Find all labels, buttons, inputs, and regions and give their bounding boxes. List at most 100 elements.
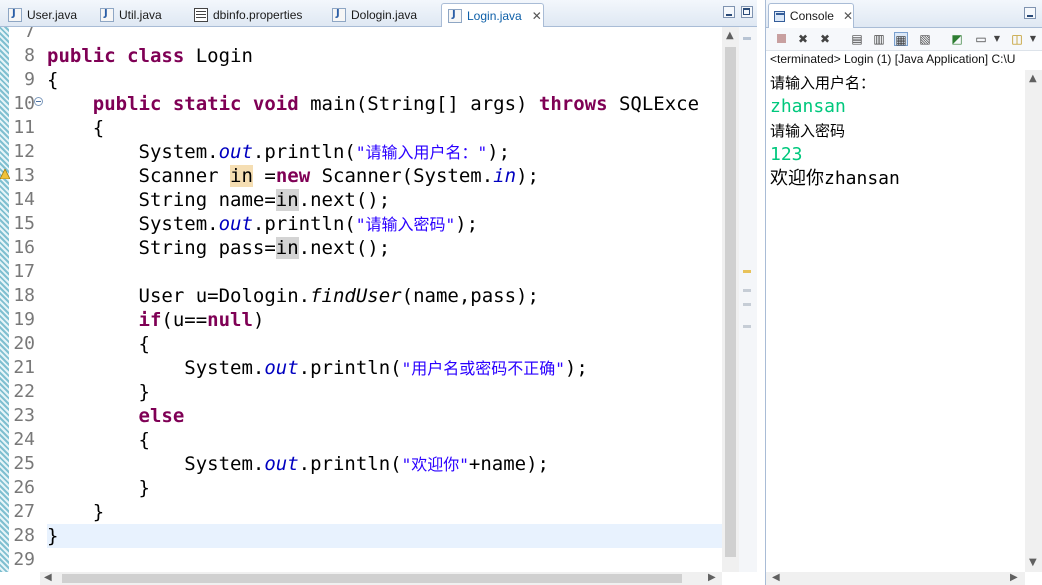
code-token: +name);: [468, 453, 549, 475]
tab-label: User.java: [27, 8, 78, 22]
console-vertical-scrollbar[interactable]: ▲ ▼: [1025, 70, 1042, 572]
code-line[interactable]: User u=Dologin.findUser(name,pass);: [47, 284, 539, 308]
scroll-thumb[interactable]: [725, 47, 736, 557]
scroll-lock-icon[interactable]: ▥: [872, 32, 886, 46]
word-wrap-icon[interactable]: ▦: [894, 32, 908, 47]
line-number: 14: [13, 189, 35, 210]
current-line-highlight: [47, 524, 739, 548]
properties-file-icon: [194, 8, 208, 22]
line-number: 22: [13, 381, 35, 402]
code-line[interactable]: {: [47, 428, 150, 452]
clear-console-icon[interactable]: ▤: [850, 32, 864, 46]
code-line[interactable]: }: [47, 500, 104, 524]
scroll-thumb[interactable]: [62, 574, 682, 583]
occurrence-mark[interactable]: [743, 289, 751, 292]
scroll-down-icon[interactable]: ▼: [1029, 557, 1037, 568]
console-status: <terminated> Login (1) [Java Application…: [770, 52, 1016, 66]
remove-launch-icon[interactable]: ✖: [796, 32, 810, 46]
tab-label: dbinfo.properties: [213, 8, 303, 22]
close-tab-icon[interactable]: ✕: [532, 9, 542, 23]
scroll-up-icon[interactable]: ▲: [726, 30, 734, 41]
code-line[interactable]: System.out.println("请输入密码");: [47, 212, 479, 236]
line-number: 27: [13, 501, 35, 522]
code-line[interactable]: }: [47, 476, 150, 500]
editor-horizontal-scrollbar[interactable]: ◀ ▶: [40, 572, 722, 585]
line-number: 11: [13, 117, 35, 138]
source-code[interactable]: public class Login{ public static void m…: [47, 27, 739, 572]
java-file-icon: [332, 8, 346, 22]
warning-mark[interactable]: [743, 270, 751, 273]
occurrence-mark[interactable]: [743, 303, 751, 306]
code-area[interactable]: 7 8 9 10 11 12 13 14 15 16 17 18 19 20 21 22 23 24 25 26 27 2…: [0, 27, 739, 572]
occurrence-mark[interactable]: [743, 325, 751, 328]
line-number: 12: [13, 141, 35, 162]
minimize-icon[interactable]: [723, 6, 735, 18]
console-tab-bar: Console ✕: [766, 0, 1042, 28]
line-number: 7: [24, 27, 35, 42]
code-line[interactable]: {: [47, 332, 150, 356]
code-line[interactable]: }: [47, 380, 150, 404]
change-ruler: [0, 27, 9, 572]
code-token: public static void: [92, 93, 311, 115]
overview-ruler[interactable]: [739, 27, 757, 572]
code-token: ): [252, 309, 265, 331]
line-number: 18: [13, 285, 35, 306]
tab-user-java[interactable]: User.java: [2, 3, 92, 27]
scroll-left-icon[interactable]: ◀: [44, 572, 52, 583]
code-line[interactable]: System.out.println("欢迎你"+name);: [47, 452, 549, 476]
code-token: Login: [195, 45, 253, 67]
close-tab-icon[interactable]: ✕: [843, 9, 853, 23]
code-line[interactable]: else: [47, 404, 185, 428]
fold-collapse-icon[interactable]: [34, 97, 43, 106]
scroll-right-icon[interactable]: ▶: [708, 572, 716, 583]
overview-mark[interactable]: [743, 37, 751, 40]
code-line[interactable]: }: [47, 524, 58, 548]
show-on-output-icon[interactable]: ▧: [918, 32, 932, 46]
pin-console-icon[interactable]: ◩: [950, 32, 964, 46]
maximize-icon[interactable]: [741, 6, 753, 18]
warning-icon[interactable]: [0, 169, 10, 179]
scroll-right-icon[interactable]: ▶: [1010, 572, 1018, 583]
code-token: System.: [47, 357, 265, 379]
console-toolbar: ✖ ✖ ▤ ▥ ▦ ▧ ◩ ▭ ▼ ◫ ▼: [766, 28, 1042, 51]
code-token: new: [275, 165, 322, 187]
console-view[interactable]: Console ✕ ✖ ✖ ▤ ▥ ▦ ▧ ◩ ▭ ▼ ◫ ▼ <termina…: [765, 0, 1042, 585]
scroll-up-icon[interactable]: ▲: [1029, 73, 1037, 84]
tab-util-java[interactable]: Util.java: [94, 3, 186, 27]
tab-console[interactable]: Console ✕: [768, 3, 854, 28]
chevron-down-icon[interactable]: ▼: [1026, 32, 1040, 46]
line-number: 23: [13, 405, 35, 426]
terminate-icon[interactable]: [776, 34, 786, 43]
code-line[interactable]: public class Login: [47, 44, 253, 68]
code-line[interactable]: String pass=in.next();: [47, 236, 390, 260]
code-line[interactable]: Scanner in =new Scanner(System.in);: [47, 164, 539, 188]
code-line[interactable]: {: [47, 116, 104, 140]
code-line[interactable]: String name=in.next();: [47, 188, 390, 212]
console-output-line: 请输入密码: [770, 122, 846, 140]
code-token: null: [207, 309, 253, 331]
minimize-icon[interactable]: [1024, 7, 1036, 19]
chevron-down-icon[interactable]: ▼: [990, 32, 1004, 46]
code-line[interactable]: if(u==null): [47, 308, 265, 332]
line-number: 16: [13, 237, 35, 258]
open-console-icon[interactable]: ◫: [1010, 32, 1024, 46]
tab-dbinfo-properties[interactable]: dbinfo.properties: [188, 3, 324, 27]
code-token: System.: [47, 453, 265, 475]
scroll-left-icon[interactable]: ◀: [772, 572, 780, 583]
line-number: 9: [24, 69, 35, 90]
code-line[interactable]: {: [47, 68, 58, 92]
code-editor[interactable]: User.java Util.java dbinfo.properties Do…: [0, 0, 757, 585]
code-line[interactable]: public static void main(String[] args) t…: [47, 92, 699, 116]
code-line[interactable]: System.out.println("用户名或密码不正确");: [47, 356, 588, 380]
display-console-icon[interactable]: ▭: [974, 32, 988, 46]
editor-vertical-scrollbar[interactable]: ▲: [722, 27, 739, 572]
console-icon: [774, 10, 785, 22]
remove-all-icon[interactable]: ✖: [818, 32, 832, 46]
console-horizontal-scrollbar[interactable]: ◀ ▶: [766, 572, 1025, 585]
code-token: Scanner(System.: [321, 165, 494, 187]
tab-dologin-java[interactable]: Dologin.java: [326, 3, 438, 27]
code-token: .println(: [252, 213, 356, 235]
tab-login-java[interactable]: Login.java ✕: [441, 3, 544, 27]
code-line[interactable]: System.out.println("请输入用户名：");: [47, 140, 511, 164]
